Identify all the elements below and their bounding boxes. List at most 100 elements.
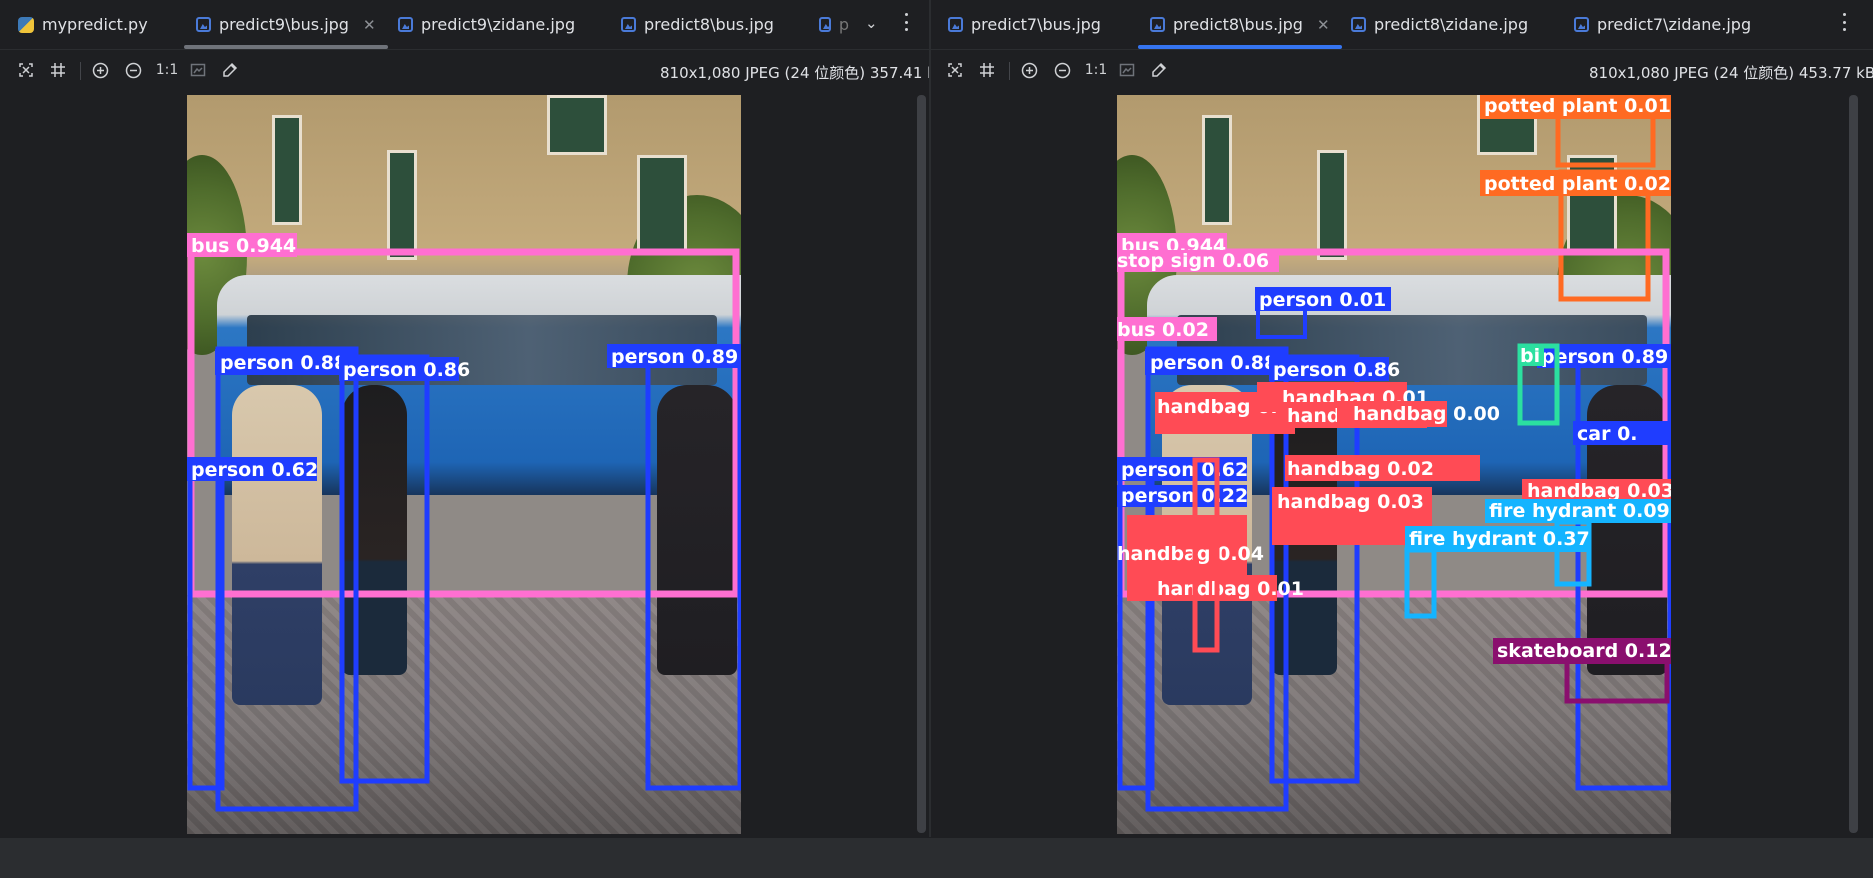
detection-handbag: handbag 0.00 <box>1337 401 1500 427</box>
bus-image-left: bus 0.944 person 0.88 person 0.86 person… <box>187 95 741 834</box>
detection-person: person 0.22 <box>1117 485 1248 507</box>
tab-label: mypredict.py <box>42 15 148 34</box>
tab-predict9-bus[interactable]: predict9\bus.jpg ✕ <box>184 0 388 49</box>
detection-label: person 0.88 <box>1150 352 1277 374</box>
tab-label: predict8\bus.jpg <box>1173 15 1303 34</box>
image-info: 810x1,080 JPEG (24 位颜色) 453.77 kB <box>1589 64 1873 82</box>
detection-label: potted plant 0.02 <box>1484 173 1671 195</box>
detection-person: person 0.62 <box>187 457 318 791</box>
status-bar <box>0 837 1873 878</box>
tab-predict9-zidane[interactable]: predict9\zidane.jpg <box>398 0 575 49</box>
fit-to-window-icon[interactable] <box>14 58 38 82</box>
image-file-icon <box>1574 17 1589 32</box>
detection-label: handbag 0.00 <box>1353 403 1500 425</box>
detection-label: bus 0.944 <box>191 235 296 257</box>
detection-label: handbag 0.04 <box>1117 543 1264 565</box>
tab-label: predict8\bus.jpg <box>644 15 774 34</box>
detection-label: handbag 0.03 <box>1277 491 1424 513</box>
detection-label: bus 0.02 <box>1117 319 1209 341</box>
image-file-icon <box>1351 17 1366 32</box>
detection-label: handbag 0.03 <box>1527 480 1671 502</box>
tab-label: p <box>838 15 849 34</box>
detection-label: person 0.62 <box>191 459 318 481</box>
color-picker-icon[interactable] <box>218 58 242 82</box>
tab-predict8-zidane[interactable]: predict8\zidane.jpg <box>1351 0 1528 49</box>
background-toggle-icon[interactable] <box>186 58 210 82</box>
tab-predict8-bus-active[interactable]: predict8\bus.jpg ✕ <box>1138 0 1342 49</box>
right-editor-pane: predict7\bus.jpg predict8\bus.jpg ✕ pred… <box>931 0 1873 837</box>
detection-overlay: potted plant 0.01 potted plant 0.02 bus … <box>1117 95 1671 812</box>
detection-label: stop sign 0.06 <box>1117 250 1269 272</box>
detection-label: person 0.88 <box>220 352 347 374</box>
vertical-scrollbar[interactable] <box>1849 95 1858 833</box>
detection-potted-plant: potted plant 0.02 <box>1480 169 1671 302</box>
detection-label: car 0. <box>1577 423 1638 445</box>
bus-image-right: potted plant 0.01 potted plant 0.02 bus … <box>1117 95 1671 834</box>
detection-car: car 0. <box>1573 421 1671 445</box>
more-options-icon[interactable] <box>896 11 916 33</box>
detection-fire-hydrant: fire hydrant 0.37 <box>1404 526 1591 619</box>
detection-label: person 0.86 <box>1273 359 1400 381</box>
image-file-icon <box>948 17 963 32</box>
right-tab-bar: predict7\bus.jpg predict8\bus.jpg ✕ pred… <box>931 0 1873 50</box>
toolbar-separator <box>1009 62 1010 80</box>
detection-label: handbag 0.02 <box>1287 458 1434 480</box>
right-image-toolbar: 1:1 810x1,080 JPEG (24 位颜色) 453.77 kB <box>931 50 1873 94</box>
actual-size-button[interactable]: 1:1 <box>152 58 182 82</box>
detection-label: fire hydrant 0.37 <box>1409 528 1590 550</box>
detection-skateboard: skateboard 0.12 <box>1493 638 1671 704</box>
detection-person: person 0.86 <box>339 354 470 784</box>
tab-label: predict7\zidane.jpg <box>1597 15 1752 34</box>
detection-person: person 0.89 <box>607 344 741 791</box>
detection-bus: bus 0.944 <box>187 233 740 598</box>
image-info: 810x1,080 JPEG (24 位颜色) 357.41 kB <box>660 64 929 82</box>
tab-label: predict9\zidane.jpg <box>421 15 576 34</box>
tab-mypredict-py[interactable]: mypredict.py <box>18 0 148 49</box>
fit-to-window-icon[interactable] <box>943 58 967 82</box>
detection-label: bi <box>1520 345 1540 367</box>
tab-label: predict8\zidane.jpg <box>1374 15 1529 34</box>
tab-predict7-bus[interactable]: predict7\bus.jpg <box>948 0 1101 49</box>
chevron-down-icon[interactable]: ⌄ <box>865 14 878 32</box>
grid-icon[interactable] <box>975 58 999 82</box>
detection-person: person 0.01 <box>1255 287 1391 339</box>
detection-bus: bus 0.02 <box>1117 317 1217 341</box>
image-file-icon <box>398 17 413 32</box>
detection-label: person 0.86 <box>343 359 470 381</box>
toolbar-separator <box>80 62 81 80</box>
detection-label: skateboard 0.12 <box>1497 640 1671 662</box>
detection-label: fire hydrant 0.09 <box>1489 500 1670 522</box>
detection-label: person 0.89 <box>611 346 738 368</box>
actual-size-button[interactable]: 1:1 <box>1081 58 1111 82</box>
detection-person: person 0.88 <box>215 346 359 812</box>
more-options-icon[interactable] <box>1834 11 1854 33</box>
grid-icon[interactable] <box>46 58 70 82</box>
zoom-in-icon[interactable] <box>1017 58 1041 82</box>
detection-label: person 0.22 <box>1121 485 1248 507</box>
close-icon[interactable]: ✕ <box>363 16 376 34</box>
tab-truncated[interactable]: p <box>819 0 849 49</box>
left-tab-bar: mypredict.py predict9\bus.jpg ✕ predict9… <box>0 0 929 50</box>
detection-label: person 0.62 <box>1121 459 1248 481</box>
color-picker-icon[interactable] <box>1147 58 1171 82</box>
image-file-icon <box>819 17 831 32</box>
close-icon[interactable]: ✕ <box>1317 16 1330 34</box>
left-image-toolbar: 1:1 810x1,080 JPEG (24 位颜色) 357.41 kB <box>0 50 929 94</box>
detection-label: person 0.01 <box>1259 289 1386 311</box>
left-editor-pane: mypredict.py predict9\bus.jpg ✕ predict9… <box>0 0 929 837</box>
zoom-out-icon[interactable] <box>121 58 145 82</box>
zoom-in-icon[interactable] <box>88 58 112 82</box>
detection-potted-plant: potted plant 0.01 <box>1480 95 1671 168</box>
detection-handbag: handbag 0.02 <box>1285 455 1480 481</box>
background-toggle-icon[interactable] <box>1115 58 1139 82</box>
zoom-out-icon[interactable] <box>1050 58 1074 82</box>
image-file-icon <box>621 17 636 32</box>
tab-predict8-bus[interactable]: predict8\bus.jpg <box>621 0 774 49</box>
vertical-scrollbar[interactable] <box>917 95 926 833</box>
tab-predict7-zidane[interactable]: predict7\zidane.jpg <box>1574 0 1751 49</box>
image-file-icon <box>1150 17 1165 32</box>
detection-handbag: handbag 0.04 <box>1117 515 1264 575</box>
python-file-icon <box>18 16 34 33</box>
detection-stop-sign: stop sign 0.06 <box>1117 250 1279 272</box>
detection-label: person 0.89 <box>1541 346 1668 368</box>
